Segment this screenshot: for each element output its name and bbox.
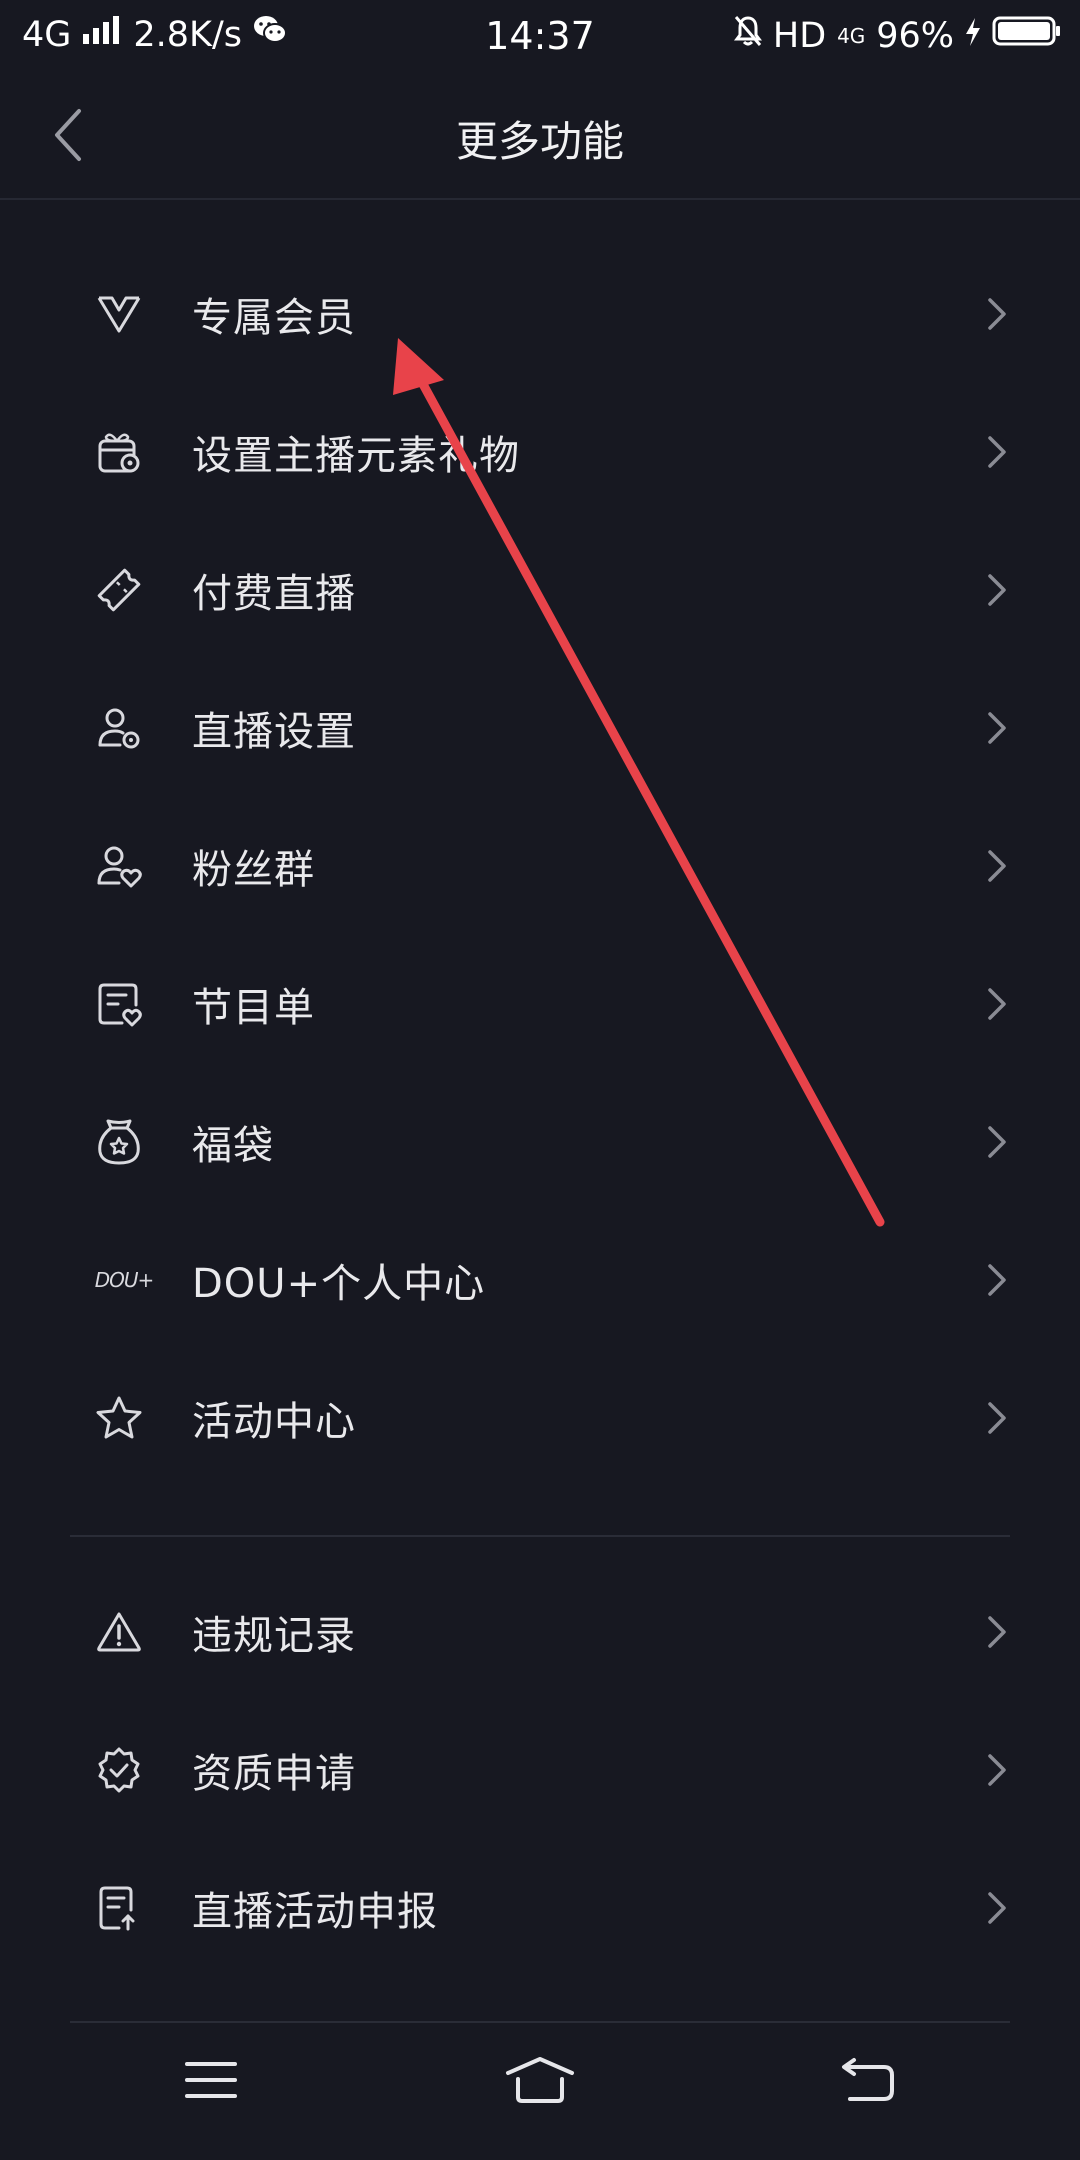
status-right: HD 4G 96% [733,14,1062,57]
home-icon [506,2057,574,2103]
menu-button[interactable] [171,2040,251,2120]
chevron-right-icon [984,1888,1010,1928]
section-divider [70,1535,1010,1537]
v-member-icon [94,289,144,339]
chevron-right-icon [984,1612,1010,1652]
list-item-qualification-apply[interactable]: 资质申请 [0,1701,1080,1839]
list-item-exclusive-member[interactable]: 专属会员 [0,245,1080,383]
list-item-lucky-bag[interactable]: 福袋 [0,1073,1080,1211]
page-header: 更多功能 [0,72,1080,200]
chevron-right-icon [984,846,1010,886]
star-icon [94,1393,144,1443]
feature-section-records: 违规记录 资质申请 直播活动申报 [0,1563,1080,1977]
gift-settings-icon [94,427,144,477]
page-title: 更多功能 [455,117,624,166]
chevron-right-icon [984,1260,1010,1300]
menu-icon [185,2062,237,2098]
chevron-right-icon [984,1750,1010,1790]
battery-percent: 96% [876,15,954,56]
list-item-label: 设置主播元素礼物 [192,433,520,479]
hd-label: HD [772,15,827,56]
list-item-live-settings[interactable]: 直播设置 [0,659,1080,797]
list-item-label: 资质申请 [192,1751,356,1797]
feature-section-main: 专属会员 设置主播元素礼物 付费直播 直播设置 粉丝群 节目单 福袋 DOU+ … [0,245,1080,1487]
fan-group-icon [94,841,144,891]
program-list-icon [94,979,144,1029]
list-item-dou-plus-center[interactable]: DOU+ DOU+个人中心 [0,1211,1080,1349]
list-item-label: 直播活动申报 [192,1889,438,1935]
list-item-label: 违规记录 [192,1613,356,1659]
chevron-right-icon [984,1122,1010,1162]
dou-plus-icon-text: DOU+ [94,1268,155,1292]
list-item-fan-group[interactable]: 粉丝群 [0,797,1080,935]
system-nav-bar [0,2000,1080,2160]
chevron-right-icon [984,1398,1010,1438]
report-doc-icon [94,1883,144,1933]
chevron-right-icon [984,294,1010,334]
mute-bell-icon [733,14,763,57]
list-item-label: 节目单 [192,985,315,1031]
list-item-label: 直播设置 [192,709,356,755]
list-item-activity-center[interactable]: 活动中心 [0,1349,1080,1487]
lucky-bag-icon [94,1117,144,1167]
warning-icon [94,1607,144,1657]
list-item-label: DOU+个人中心 [192,1261,486,1307]
list-item-label: 付费直播 [192,571,356,617]
home-button[interactable] [500,2040,580,2120]
chevron-right-icon [984,984,1010,1024]
chevron-right-icon [984,708,1010,748]
list-item-label: 专属会员 [192,295,356,341]
network-small: 4G [837,23,866,48]
battery-icon [992,15,1062,56]
list-item-label: 粉丝群 [192,847,315,893]
badge-check-icon [94,1745,144,1795]
user-settings-icon [94,703,144,753]
feature-list: 专属会员 设置主播元素礼物 付费直播 直播设置 粉丝群 节目单 福袋 DOU+ … [0,245,1080,2071]
dou-plus-icon: DOU+ [94,1255,155,1305]
ticket-icon [94,565,144,615]
list-item-anchor-gift-settings[interactable]: 设置主播元素礼物 [0,383,1080,521]
list-item-violation-records[interactable]: 违规记录 [0,1563,1080,1701]
return-icon [842,2058,894,2101]
chevron-right-icon [984,432,1010,472]
list-item-label: 活动中心 [192,1399,356,1445]
list-item-label: 福袋 [192,1123,274,1169]
charging-icon [964,16,982,56]
back-nav-button[interactable] [828,2040,908,2120]
list-item-program-list[interactable]: 节目单 [0,935,1080,1073]
list-item-paid-live[interactable]: 付费直播 [0,521,1080,659]
chevron-right-icon [984,570,1010,610]
status-bar: 4G 2.8K/s 14:37 HD 4G 96% [0,0,1080,72]
list-item-live-activity-report[interactable]: 直播活动申报 [0,1839,1080,1977]
